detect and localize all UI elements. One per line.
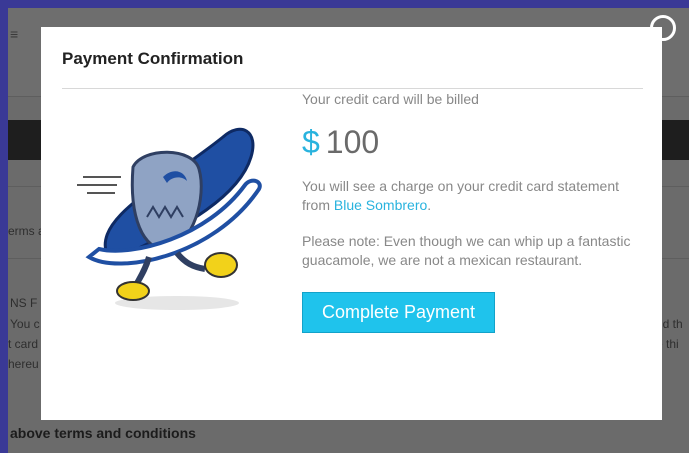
menu-icon: ≡ bbox=[10, 26, 19, 42]
disclaimer-note: Please note: Even though we can whip up … bbox=[302, 233, 631, 268]
mascot-illustration bbox=[77, 127, 262, 310]
background-footer-text: above terms and conditions bbox=[10, 425, 196, 441]
charge-notice: You will see a charge on your credit car… bbox=[302, 177, 632, 215]
payment-confirmation-modal: Payment Confirmation Your credit card wi… bbox=[41, 27, 662, 420]
merchant-link[interactable]: Blue Sombrero bbox=[334, 197, 427, 213]
payment-details: Your credit card will be billed $100 You… bbox=[302, 91, 632, 333]
background-text: hereu bbox=[8, 357, 39, 371]
modal-title: Payment Confirmation bbox=[62, 49, 244, 68]
background-text: You c bbox=[10, 317, 40, 331]
modal-divider bbox=[62, 88, 643, 89]
background-text: t card bbox=[8, 337, 39, 351]
background-text: erms a bbox=[8, 224, 45, 238]
payment-amount: $100 bbox=[302, 124, 632, 160]
background-text: NS F bbox=[10, 296, 38, 310]
billed-label: Your credit card will be billed bbox=[302, 91, 479, 107]
charge-suffix: . bbox=[427, 197, 432, 213]
currency-symbol: $ bbox=[302, 124, 320, 160]
complete-payment-button[interactable]: Complete Payment bbox=[302, 292, 495, 333]
amount-value: 100 bbox=[325, 124, 380, 160]
